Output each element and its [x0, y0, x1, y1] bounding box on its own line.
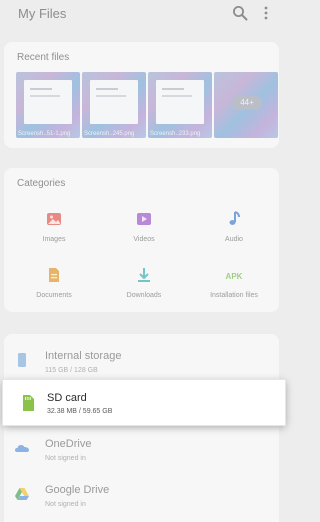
music-note-icon: [229, 211, 240, 225]
storage-name: Internal storage: [45, 350, 122, 362]
svg-text:APK: APK: [226, 272, 243, 281]
more-count-badge: 44+: [232, 96, 262, 110]
category-installation-files[interactable]: APK Installation files: [194, 266, 274, 299]
recent-files-strip: Screensh..51-1.png Screensh..245.png Scr…: [16, 72, 278, 138]
recent-file-name: Screensh..233.png: [150, 131, 201, 137]
recent-files-more-tile[interactable]: 44+: [214, 72, 278, 138]
category-label: Videos: [133, 236, 155, 243]
category-label: Documents: [36, 292, 72, 299]
category-downloads[interactable]: Downloads: [104, 266, 184, 299]
storage-status: Not signed in: [45, 501, 86, 508]
storage-status: Not signed in: [45, 455, 86, 462]
recent-file-thumbnail[interactable]: Screensh..245.png: [82, 72, 146, 138]
category-audio[interactable]: Audio: [194, 210, 274, 243]
app-bar: My Files: [0, 0, 290, 28]
download-icon: [138, 268, 150, 282]
image-icon: [47, 213, 61, 225]
storage-internal[interactable]: Internal storage 115 GB / 128 GB: [4, 340, 279, 384]
recent-file-name: Screensh..245.png: [84, 131, 135, 137]
storage-google-drive[interactable]: Google Drive Not signed in: [4, 474, 279, 518]
category-documents[interactable]: Documents: [14, 266, 94, 299]
recent-file-name: Screensh..51-1.png: [18, 131, 71, 137]
document-icon: [49, 268, 59, 282]
storage-name: Google Drive: [45, 484, 110, 496]
storage-onedrive[interactable]: OneDrive Not signed in: [4, 428, 279, 472]
recent-files-label: Recent files: [17, 52, 70, 63]
storage-sd-card[interactable]: SD card 32.38 MB / 59.65 GB: [3, 380, 285, 425]
category-label: Images: [42, 236, 66, 243]
recent-files-card: Recent files Screensh..51-1.png Screensh…: [4, 42, 279, 148]
video-icon: [137, 213, 151, 225]
onedrive-icon: [15, 445, 29, 452]
categories-card: Categories Images Videos Audio Documents: [4, 168, 279, 312]
categories-label: Categories: [17, 178, 66, 189]
category-label: Audio: [225, 236, 243, 243]
apk-icon: APK: [226, 272, 243, 281]
storage-usage: 32.38 MB / 59.65 GB: [47, 408, 113, 415]
category-label: Installation files: [210, 292, 258, 299]
phone-icon: [18, 353, 26, 367]
storage-usage: 115 GB / 128 GB: [45, 367, 98, 374]
more-vert-icon[interactable]: [262, 5, 270, 21]
google-drive-icon: [15, 488, 29, 500]
recent-file-thumbnail[interactable]: Screensh..51-1.png: [16, 72, 80, 138]
sd-card-icon: [23, 395, 34, 411]
recent-file-thumbnail[interactable]: Screensh..233.png: [148, 72, 212, 138]
app-title: My Files: [18, 6, 67, 21]
storage-name: SD card: [47, 392, 87, 404]
storage-name: OneDrive: [45, 438, 92, 450]
category-label: Downloads: [126, 292, 162, 299]
category-images[interactable]: Images: [14, 210, 94, 243]
storage-card: Internal storage 115 GB / 128 GB OneDriv…: [4, 334, 279, 522]
category-videos[interactable]: Videos: [104, 210, 184, 243]
search-icon[interactable]: [232, 5, 248, 21]
